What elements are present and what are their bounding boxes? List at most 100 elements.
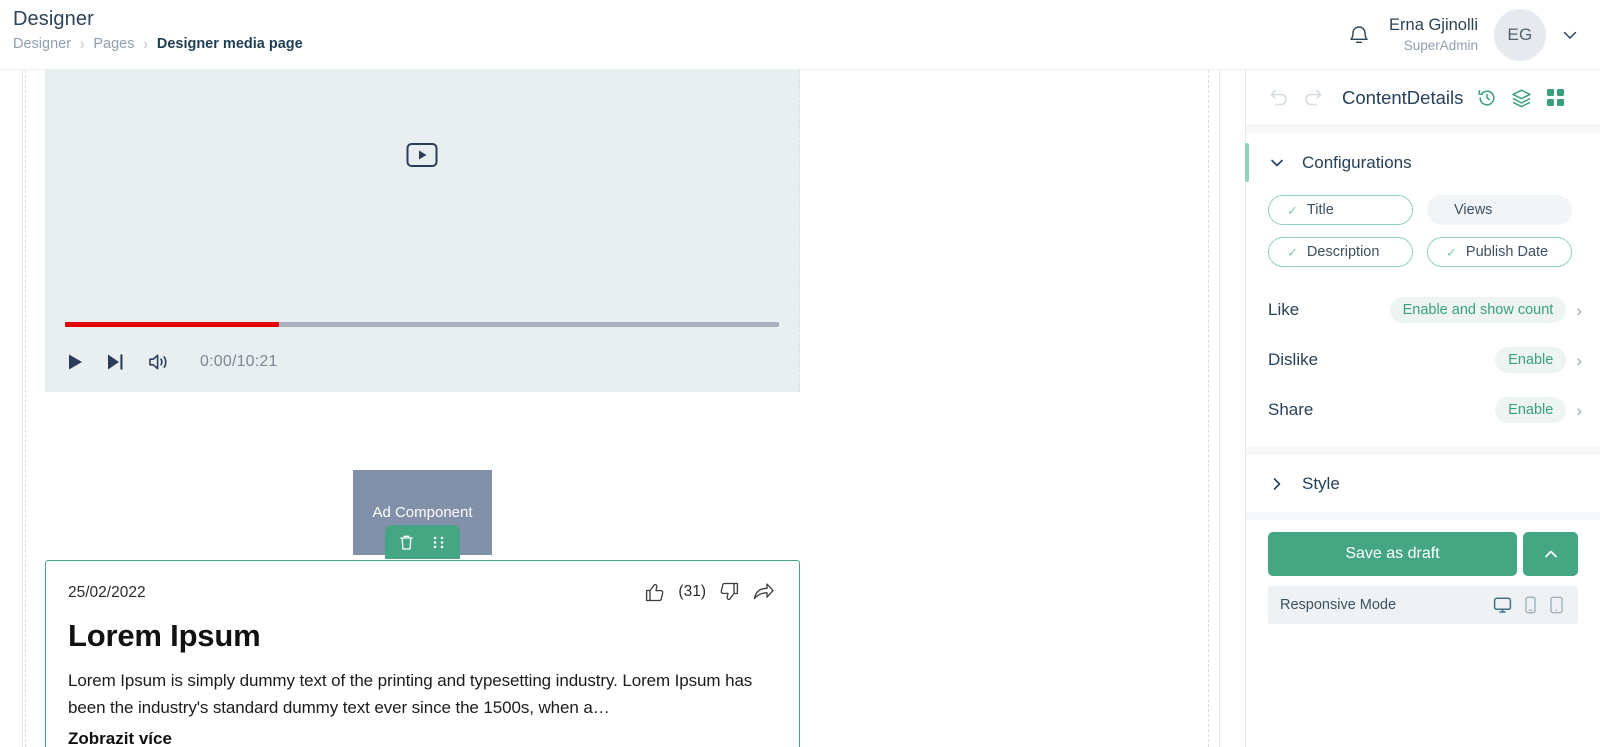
breadcrumb-item-pages[interactable]: Pages [93,35,134,53]
chip-label: Title [1306,202,1334,218]
panel-title: ContentDetails [1342,86,1464,108]
notification-bell-icon[interactable] [1339,15,1379,55]
configuration-chips: ✓ Title Views ✓ Description ✓ Publish Da… [1246,191,1600,267]
breadcrumb: Designer › Pages › Designer media page [13,34,303,53]
like-count: (31) [678,583,706,600]
setting-key: Share [1268,400,1314,419]
video-progress-fill [65,322,280,327]
setting-key: Dislike [1268,350,1319,369]
canvas-dropzone-left [25,70,26,747]
save-as-draft-button[interactable]: Save as draft [1268,532,1517,576]
canvas-rail-right [1219,70,1220,747]
component-toolbar [385,525,460,559]
avatar[interactable]: EG [1494,9,1546,61]
video-play-placeholder-icon [405,140,439,170]
user-role: SuperAdmin [1403,38,1478,53]
chip-label: Views [1454,202,1493,218]
panel-header: ContentDetails [1246,70,1600,125]
trash-icon[interactable] [399,534,414,551]
responsive-mode-icons [1493,596,1564,614]
redo-icon[interactable] [1303,87,1324,108]
title-and-breadcrumb: Designer Designer › Pages › Designer med… [13,6,303,53]
chevron-down-icon[interactable] [1560,25,1580,45]
properties-panel: ContentDetails Configurations ✓ Title Vi… [1245,70,1600,747]
share-arrow-icon[interactable] [752,581,775,603]
panel-spacer [1246,512,1600,520]
volume-icon[interactable] [147,352,170,372]
designer-app: Designer Designer › Pages › Designer med… [0,0,1600,747]
chip-title[interactable]: ✓ Title [1268,195,1413,225]
canvas-dropzone-right [1208,70,1209,747]
chip-description[interactable]: ✓ Description [1268,237,1413,267]
setting-value-group: Enable › [1495,347,1582,373]
setting-row-share[interactable]: Share Enable › [1246,385,1600,435]
publish-date: 25/02/2022 [68,584,146,601]
card-header: 25/02/2022 (31) [46,561,799,603]
panel-header-icons [1477,88,1565,108]
setting-row-dislike[interactable]: Dislike Enable › [1246,335,1600,385]
save-options-button[interactable] [1523,532,1578,576]
check-icon: ✓ [1446,244,1457,260]
breadcrumb-item-designer[interactable]: Designer [13,35,71,53]
panel-spacer [1246,447,1600,455]
breadcrumb-separator: › [80,34,85,53]
chevron-right-icon[interactable] [1268,475,1286,493]
breadcrumb-item-current: Designer media page [156,36,303,52]
chevron-right-icon[interactable]: › [1576,352,1582,369]
history-clock-icon[interactable] [1477,88,1497,108]
setting-value-group: Enable › [1495,397,1582,423]
configurations-label: Configurations [1302,152,1412,172]
undo-icon[interactable] [1268,87,1289,108]
thumbs-up-icon[interactable] [644,581,666,603]
chip-label: Description [1306,244,1380,260]
article-title: Lorem Ipsum [68,618,261,653]
thumbs-down-icon[interactable] [718,581,740,603]
page-title: Designer [13,8,94,30]
video-component[interactable]: 0:00/10:21 [45,70,800,392]
layers-icon[interactable] [1511,88,1532,108]
chip-views[interactable]: Views [1427,195,1572,225]
content-details-card[interactable]: 25/02/2022 (31) Lorem Ipsum Lorem Ipsum … [45,560,800,747]
status-badge: Enable [1495,347,1567,373]
design-canvas[interactable]: 0:00/10:21 Ad Component 25/02/2022 (31) … [0,70,1245,747]
next-track-icon[interactable] [106,353,125,371]
play-icon[interactable] [67,353,84,371]
article-body: Lorem Ipsum is simply dummy text of the … [68,671,753,717]
setting-row-like[interactable]: Like Enable and show count › [1246,285,1600,335]
chevron-right-icon[interactable]: › [1576,302,1582,319]
video-controls: 0:00/10:21 [67,352,278,372]
desktop-icon[interactable] [1493,596,1512,614]
responsive-mode-bar: Responsive Mode [1268,586,1578,624]
style-section-header[interactable]: Style [1246,455,1600,512]
check-icon: ✓ [1287,244,1298,260]
section-accent-bar [1245,143,1249,182]
video-time: 0:00/10:21 [200,353,278,370]
video-progress-bar[interactable] [65,322,779,327]
status-badge: Enable and show count [1389,297,1567,323]
show-more-link[interactable]: Zobrazit více [46,721,799,747]
user-area: Erna Gjinolli SuperAdmin EG [1339,0,1582,70]
ad-component[interactable]: Ad Component [353,470,492,559]
chip-publish-date[interactable]: ✓ Publish Date [1427,237,1572,267]
setting-value-group: Enable and show count › [1389,297,1582,323]
chevron-right-icon[interactable]: › [1576,402,1582,419]
chevron-down-icon[interactable] [1268,154,1286,172]
top-bar: Designer Designer › Pages › Designer med… [0,0,1600,70]
drag-handle-icon[interactable] [431,535,446,550]
style-label: Style [1302,473,1340,493]
breadcrumb-separator: › [143,34,148,53]
mobile-icon[interactable] [1524,596,1537,614]
responsive-mode-label: Responsive Mode [1280,597,1397,613]
canvas-rail-left [22,70,23,747]
tablet-icon[interactable] [1549,596,1564,614]
card-actions: (31) [644,581,775,603]
setting-key: Like [1268,300,1300,319]
user-meta: Erna Gjinolli SuperAdmin [1389,15,1478,55]
status-badge: Enable [1495,397,1567,423]
chip-label: Publish Date [1465,244,1549,260]
panel-spacer [1246,126,1600,134]
grid-icon[interactable] [1546,88,1565,107]
save-button-group: Save as draft [1246,520,1600,576]
configurations-section-header[interactable]: Configurations [1245,134,1600,191]
user-name: Erna Gjinolli [1389,16,1478,34]
